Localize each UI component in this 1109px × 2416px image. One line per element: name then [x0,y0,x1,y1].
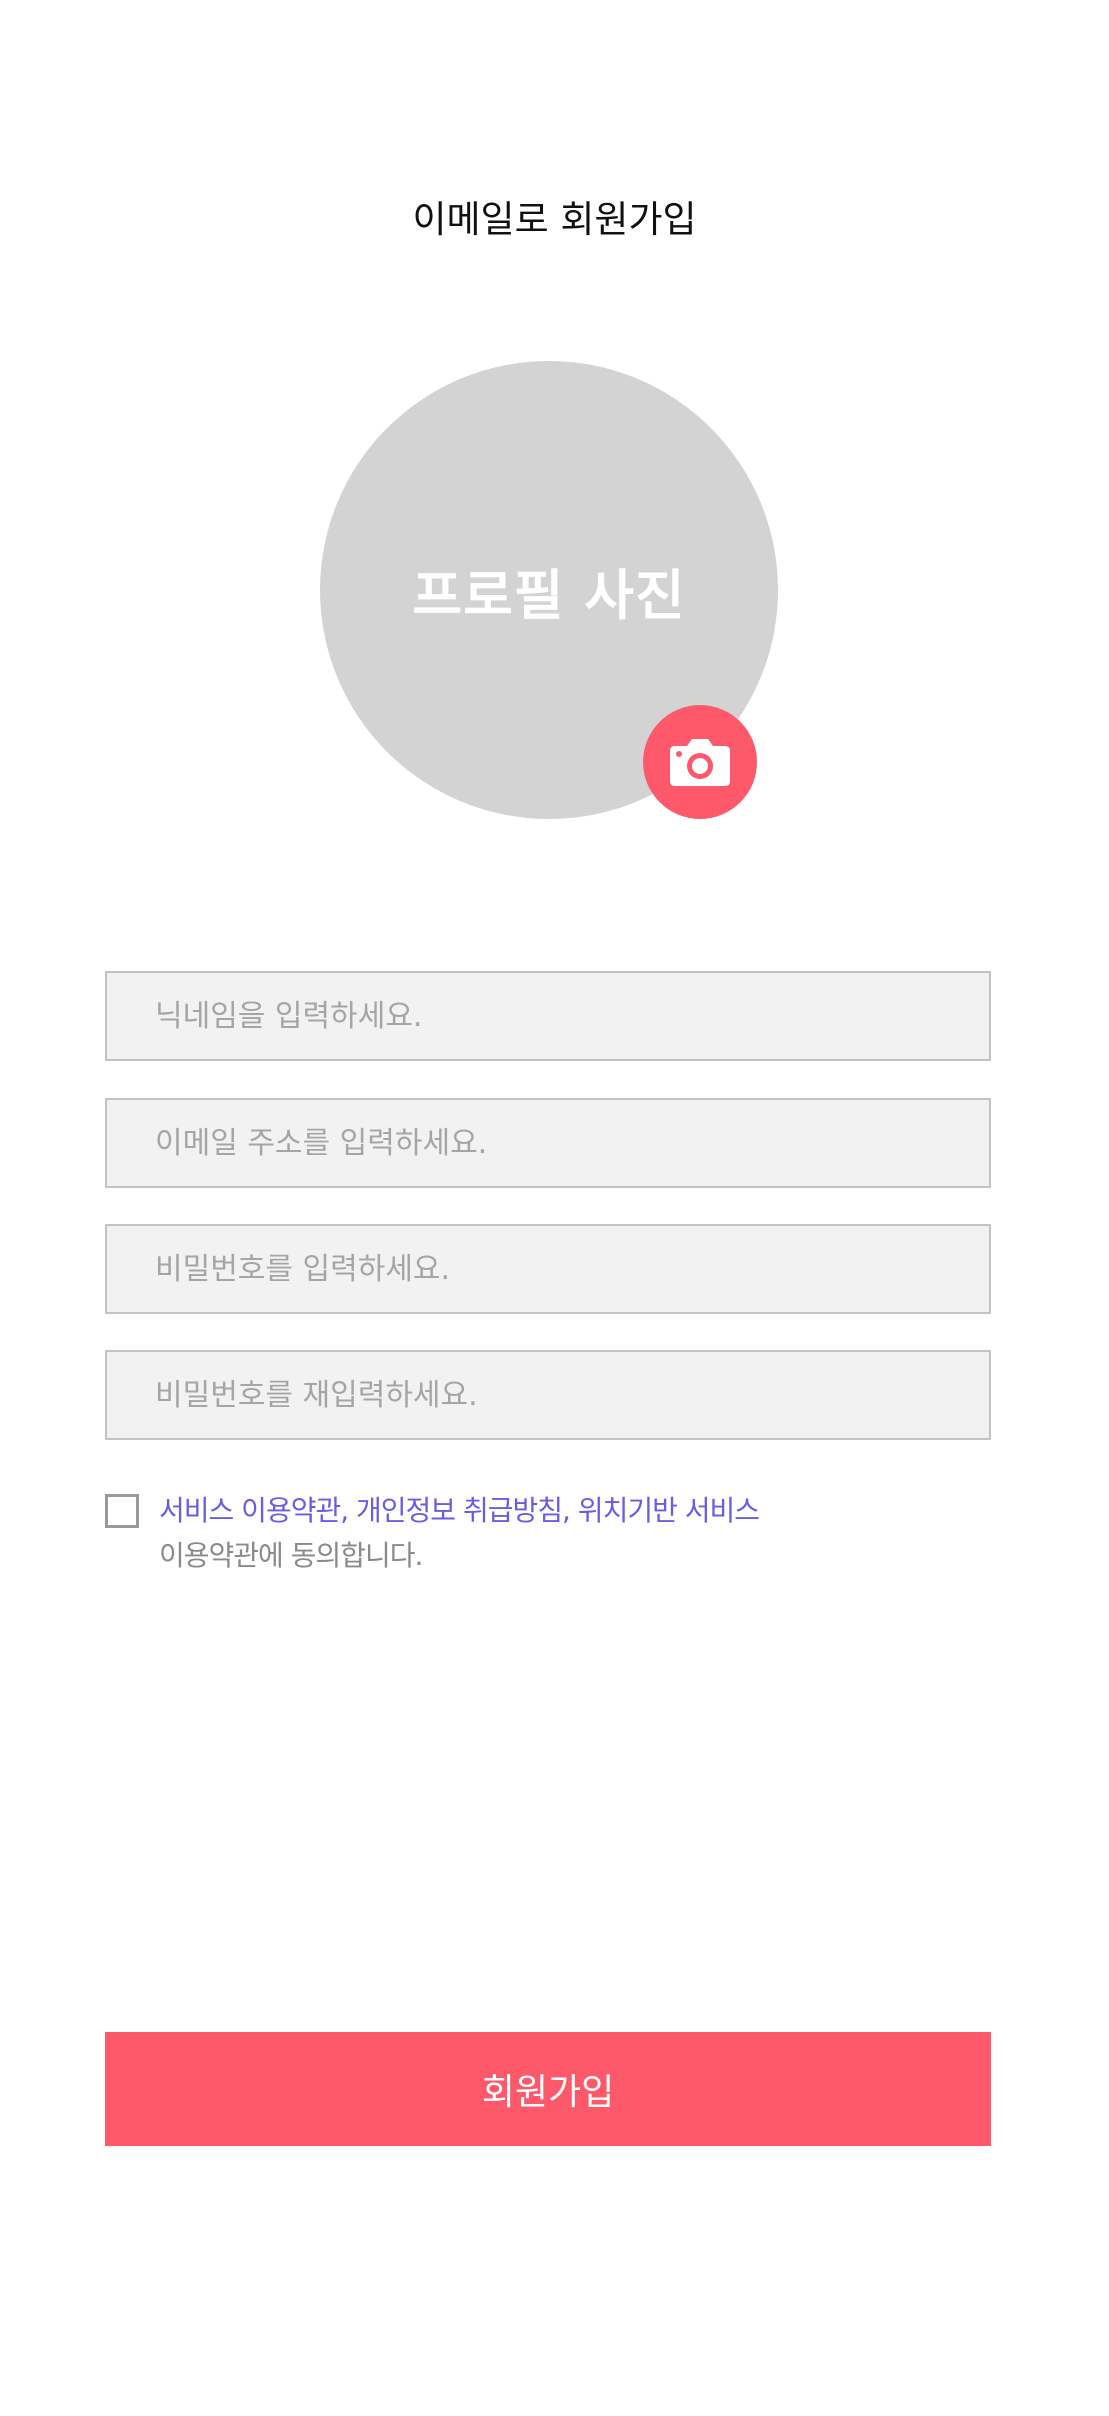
signup-button[interactable]: 회원가입 [105,2032,991,2146]
page-title: 이메일로 회원가입 [412,198,697,241]
nickname-input[interactable] [105,971,991,1061]
camera-icon [670,739,730,786]
terms-checkbox[interactable] [105,1494,139,1528]
profile-photo-label: 프로필 사진 [412,563,686,627]
terms-suffix: 이용약관에 동의합니다. [159,1539,423,1572]
camera-button[interactable] [643,705,757,819]
email-input[interactable] [105,1098,991,1188]
terms-text: 서비스 이용약관, 개인정보 취급방침, 위치기반 서비스 이용약관에 동의합니… [159,1488,760,1578]
terms-link[interactable]: 서비스 이용약관, 개인정보 취급방침, 위치기반 서비스 [159,1494,760,1527]
terms-agreement: 서비스 이용약관, 개인정보 취급방침, 위치기반 서비스 이용약관에 동의합니… [105,1488,991,1578]
password-confirm-input[interactable] [105,1350,991,1440]
password-input[interactable] [105,1224,991,1314]
